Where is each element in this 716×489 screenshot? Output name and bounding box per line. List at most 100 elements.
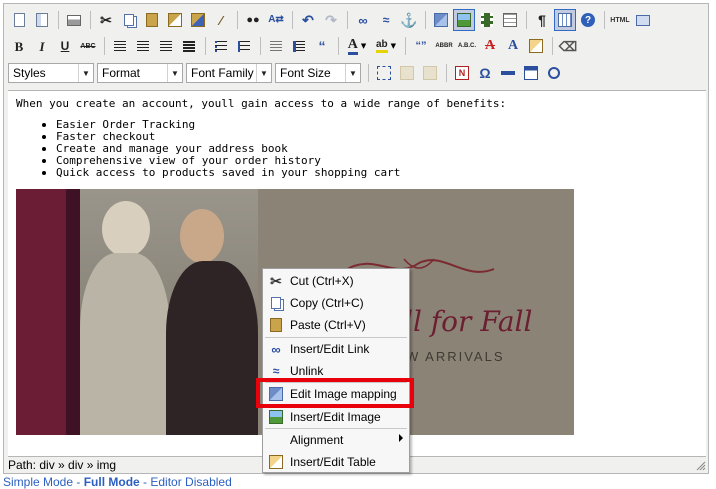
insert-image-button[interactable] (453, 9, 475, 31)
outdent-button[interactable] (265, 35, 287, 57)
cleanup-button[interactable]: ⁄ (210, 9, 232, 31)
menu-item-insert-link[interactable]: ∞ Insert/Edit Link (263, 338, 409, 360)
film-icon (481, 13, 493, 27)
indent-icon (293, 40, 305, 52)
align-left-button[interactable] (109, 35, 131, 57)
strikethrough-button[interactable]: ABC (77, 35, 99, 57)
print-button[interactable] (63, 9, 85, 31)
background-color-button[interactable]: ab ▼ (372, 35, 400, 57)
abbr-button[interactable]: ABBR (433, 35, 455, 57)
menu-item-insert-table[interactable]: Insert/Edit Table (263, 451, 409, 473)
table-button[interactable] (499, 9, 521, 31)
paste-text-button[interactable] (164, 9, 186, 31)
attributes-button[interactable] (525, 35, 547, 57)
full-screen-button[interactable] (632, 9, 654, 31)
font-family-select[interactable]: Font Family ▼ (186, 63, 272, 83)
toolbar-separator (292, 11, 293, 29)
anchor-button[interactable]: ⚓ (398, 9, 420, 31)
toolbar-row-2: B I U ABC “ A ▼ ab ▼ “” ABBR A.B.C. A A ⌫ (8, 33, 580, 59)
paste-button[interactable] (141, 9, 163, 31)
copy-button[interactable] (118, 9, 140, 31)
menu-item-paste[interactable]: Paste (Ctrl+V) (263, 314, 409, 336)
align-right-button[interactable] (155, 35, 177, 57)
chevron-down-icon: ▼ (390, 42, 397, 50)
non-breaking-space-button[interactable]: N (451, 62, 473, 84)
menu-item-label: Insert/Edit Table (290, 455, 376, 469)
undo-button[interactable]: ↶ (297, 9, 319, 31)
move-forward-button[interactable] (396, 62, 418, 84)
editor-mode-links: Simple Mode - Full Mode - Editor Disable… (3, 475, 232, 489)
chevron-down-icon: ▼ (345, 64, 360, 82)
italic-button[interactable]: I (31, 35, 53, 57)
template-button[interactable] (31, 9, 53, 31)
insert-text-icon: A (507, 38, 519, 53)
align-justify-button[interactable] (178, 35, 200, 57)
font-size-select[interactable]: Font Size ▼ (275, 63, 361, 83)
menu-item-insert-image[interactable]: Insert/Edit Image (263, 406, 409, 428)
menu-item-label: Unlink (290, 364, 324, 378)
underline-button[interactable]: U (54, 35, 76, 57)
toolbar-separator (604, 11, 605, 29)
unlink-button[interactable]: ≈ (375, 9, 397, 31)
bullet-list-button[interactable] (210, 35, 232, 57)
image-left-panel (16, 189, 66, 435)
styles-select[interactable]: Styles ▼ (8, 63, 94, 83)
find-button[interactable]: ●● (242, 9, 264, 31)
template-icon (36, 13, 48, 27)
font-color-button[interactable]: A ▼ (343, 35, 371, 57)
toolbar-separator (90, 11, 91, 29)
simple-mode-link[interactable]: Simple Mode (3, 475, 73, 489)
full-screen-icon (636, 14, 650, 26)
menu-item-label: Insert/Edit Link (290, 342, 370, 356)
cut-button[interactable]: ✂ (95, 9, 117, 31)
image-map-button[interactable] (430, 9, 452, 31)
paste-word-button[interactable] (187, 9, 209, 31)
menu-item-label: Alignment (290, 433, 344, 447)
show-blocks-button[interactable]: ¶ (531, 9, 553, 31)
broom-icon: ⁄ (219, 12, 223, 28)
visual-aid-button[interactable] (554, 9, 576, 31)
menu-item-copy[interactable]: Copy (Ctrl+C) (263, 292, 409, 314)
insert-date-button[interactable] (520, 62, 542, 84)
insert-text-button[interactable]: A (502, 35, 524, 57)
align-center-button[interactable] (132, 35, 154, 57)
chevron-down-icon: ▼ (78, 64, 93, 82)
redo-icon: ↷ (325, 12, 337, 28)
bold-button[interactable]: B (8, 35, 30, 57)
cite-button[interactable]: “” (410, 35, 432, 57)
outdent-icon (270, 40, 282, 52)
html-source-button[interactable]: HTML (609, 9, 631, 31)
resize-grip-icon[interactable] (696, 461, 706, 471)
menu-item-cut[interactable]: ✂ Cut (Ctrl+X) (263, 270, 409, 292)
blockquote-button[interactable]: “ (311, 35, 333, 57)
move-backward-button[interactable] (419, 62, 441, 84)
menu-item-alignment[interactable]: Alignment (263, 429, 409, 451)
full-mode-link[interactable]: Full Mode (84, 475, 140, 489)
numbered-list-button[interactable] (233, 35, 255, 57)
link-button[interactable]: ∞ (352, 9, 374, 31)
remove-format-button[interactable]: ⌫ (557, 35, 579, 57)
image-people-photo (80, 189, 258, 435)
format-select[interactable]: Format ▼ (97, 63, 183, 83)
redo-button[interactable]: ↷ (320, 9, 342, 31)
media-button[interactable] (476, 9, 498, 31)
new-document-button[interactable] (8, 9, 30, 31)
replace-icon: A⇄ (268, 14, 284, 25)
chevron-down-icon: ▼ (256, 64, 271, 82)
delete-text-button[interactable]: A (479, 35, 501, 57)
acronym-button[interactable]: A.B.C. (456, 35, 478, 57)
scissors-icon: ✂ (270, 273, 282, 289)
insert-layer-button[interactable] (373, 62, 395, 84)
indent-button[interactable] (288, 35, 310, 57)
help-button[interactable]: ? (577, 9, 599, 31)
horizontal-rule-button[interactable] (497, 62, 519, 84)
insert-time-button[interactable] (543, 62, 565, 84)
attributes-icon (529, 39, 543, 53)
banner-headline: ll for Fall (404, 305, 533, 338)
special-char-button[interactable]: Ω (474, 62, 496, 84)
replace-button[interactable]: A⇄ (265, 9, 287, 31)
person-right-body (166, 261, 258, 435)
toolbar-separator (260, 37, 261, 55)
editor-disabled-link[interactable]: Editor Disabled (150, 475, 231, 489)
binoculars-icon: ●● (246, 13, 260, 26)
